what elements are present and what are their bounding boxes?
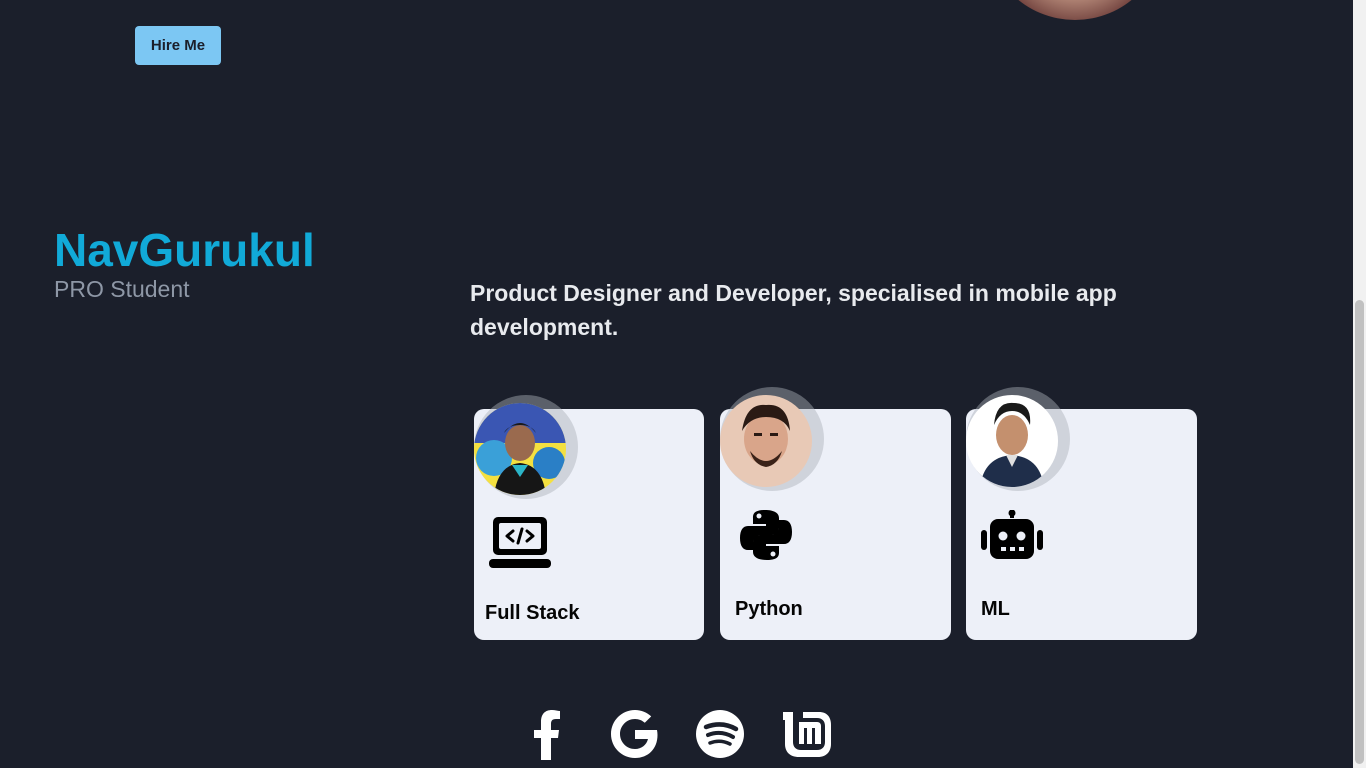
- robot-icon: [981, 509, 1043, 567]
- laptop-code-icon: [489, 517, 551, 574]
- scrollbar[interactable]: [1353, 0, 1366, 768]
- skill-label: ML: [981, 598, 1010, 620]
- avatar: [966, 395, 1058, 487]
- skill-label: Python: [735, 598, 803, 620]
- subtitle: PRO Student: [54, 276, 190, 302]
- hire-me-button[interactable]: Hire Me: [135, 26, 221, 65]
- scrollbar-thumb[interactable]: [1355, 300, 1364, 764]
- facebook-icon[interactable]: [521, 708, 573, 760]
- google-icon[interactable]: [608, 708, 660, 760]
- tagline: Product Designer and Developer, speciali…: [470, 280, 1117, 340]
- skill-card-full-stack[interactable]: Full Stack: [474, 395, 704, 640]
- avatar: [720, 395, 812, 487]
- avatar: [474, 403, 566, 495]
- skill-card-ml[interactable]: ML: [966, 387, 1197, 640]
- skill-card-python[interactable]: Python: [720, 387, 951, 640]
- linux-mint-icon[interactable]: [781, 708, 833, 760]
- hero-photo: [985, 0, 1165, 20]
- spotify-icon[interactable]: [694, 708, 746, 760]
- python-icon: [739, 508, 793, 567]
- page: Hire Me NavGurukul PRO Student Product D…: [0, 0, 1366, 768]
- brand-name: NavGurukul: [54, 224, 315, 276]
- skill-label: Full Stack: [485, 602, 580, 624]
